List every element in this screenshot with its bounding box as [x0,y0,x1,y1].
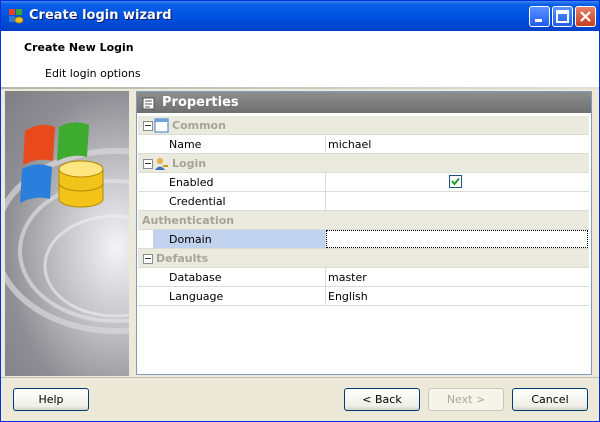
minimize-icon [535,19,542,22]
next-button[interactable]: Next > [428,388,504,411]
property-value[interactable]: master [328,271,367,284]
property-grid-header: Properties [137,92,591,113]
minimize-button[interactable] [529,6,550,27]
property-row-database[interactable]: Database master [138,268,589,287]
property-row-name[interactable]: Name michael [138,135,589,154]
property-rows: Common Name michael Login Enabled Creden… [138,116,589,306]
windows-database-logo-icon [5,122,129,334]
header-divider [1,87,599,89]
wizard-side-image [5,91,129,376]
checkmark-icon [451,177,460,186]
property-value[interactable]: michael [328,138,371,151]
property-value[interactable]: English [328,290,368,303]
property-grid-title: Properties [162,95,239,110]
property-name: Database [169,271,222,284]
category-label: Authentication [142,214,235,227]
maximize-icon [556,10,569,23]
page-title: Create New Login [24,41,134,54]
category-defaults[interactable]: Defaults [138,249,589,268]
property-row-enabled[interactable]: Enabled [138,173,589,192]
property-name: Credential [169,195,226,208]
properties-icon [142,97,155,110]
domain-input[interactable] [326,230,588,248]
category-login[interactable]: Login [138,154,589,173]
close-icon [580,11,591,22]
maximize-button[interactable] [552,6,573,27]
property-grid: Properties Common Name michael Login Ena… [136,91,592,375]
category-authentication: Authentication [138,211,589,230]
collapse-icon[interactable] [143,121,153,131]
property-row-domain[interactable]: Domain [138,230,589,249]
category-common[interactable]: Common [138,116,589,135]
cancel-button[interactable]: Cancel [512,388,588,411]
user-key-icon [155,158,168,170]
page-subtitle: Edit login options [45,67,141,80]
collapse-icon[interactable] [143,254,153,264]
property-name: Enabled [169,176,214,189]
category-label: Login [172,157,207,170]
property-row-language[interactable]: Language English [138,287,589,306]
close-button[interactable] [575,6,596,27]
property-name: Domain [169,233,212,246]
category-label: Common [172,119,226,132]
help-button[interactable]: Help [13,388,89,411]
wizard-header: Create New Login Edit login options [1,31,599,88]
property-row-credential[interactable]: Credential [138,192,589,211]
property-name: Name [169,138,202,151]
back-button[interactable]: < Back [344,388,420,411]
property-name: Language [169,290,224,303]
window-icon [154,118,169,133]
app-icon [9,9,24,24]
title-bar[interactable]: Create login wizard [1,1,599,31]
footer-divider [1,377,599,379]
wizard-window: Create login wizard Create New Login Edi… [0,0,600,422]
enabled-checkbox[interactable] [449,175,462,188]
window-title: Create login wizard [29,8,172,23]
category-label: Defaults [156,252,209,265]
collapse-icon[interactable] [143,159,153,169]
